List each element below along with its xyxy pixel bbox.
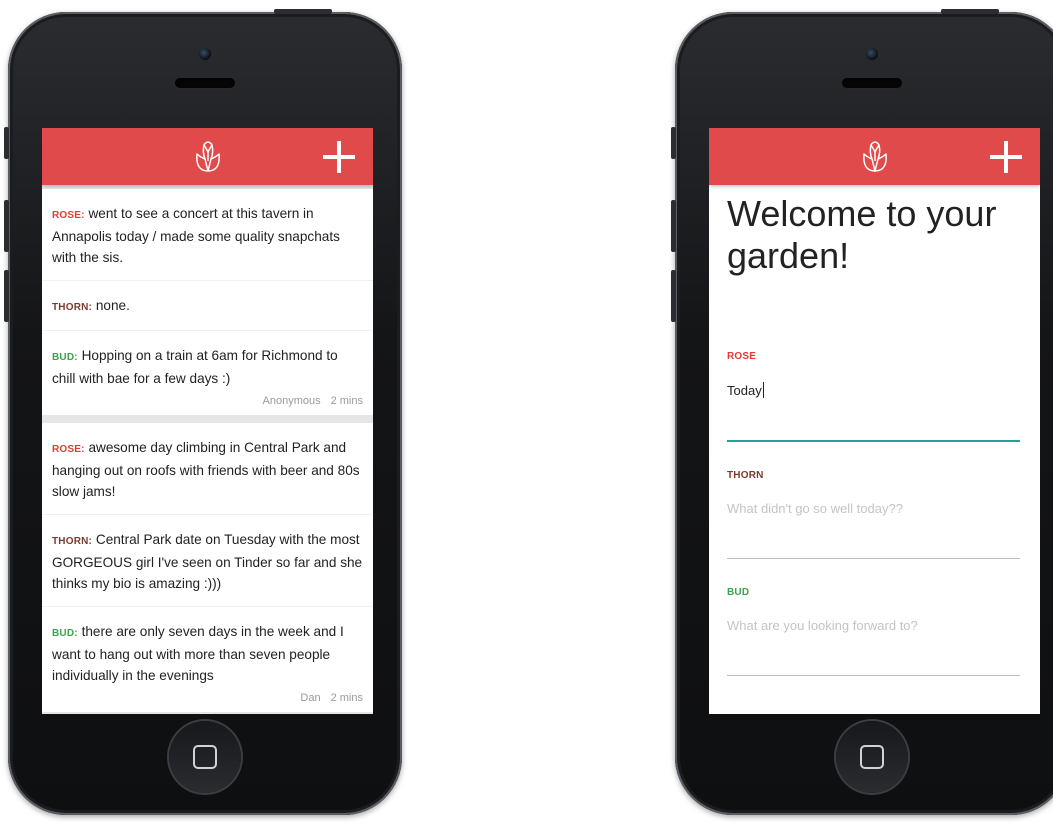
entry-form: Welcome to your garden! ROSE Today THORN… — [709, 193, 1040, 676]
post-card[interactable]: ROSE: went to see a concert at this tave… — [42, 189, 373, 415]
power-button — [274, 9, 332, 14]
post-author: Anonymous — [262, 395, 321, 407]
power-button — [941, 9, 999, 14]
thorn-field-label: THORN — [727, 470, 764, 481]
bud-field-label: BUD — [727, 587, 750, 598]
rose-entry: ROSE: went to see a concert at this tave… — [42, 189, 373, 281]
thorn-tag: THORN: — [52, 302, 93, 313]
welcome-heading: Welcome to your garden! — [727, 193, 997, 276]
volume-down-button — [671, 270, 676, 322]
post-meta: Anonymous 2 mins — [42, 391, 373, 415]
front-camera — [199, 48, 211, 60]
rose-input-value: Today — [727, 383, 762, 398]
bud-entry: BUD: there are only seven days in the we… — [42, 607, 373, 688]
rose-tag: ROSE: — [52, 444, 85, 455]
home-square-icon — [860, 745, 884, 769]
front-camera — [866, 48, 878, 60]
mute-switch — [4, 127, 9, 159]
rose-field-label: ROSE — [727, 351, 757, 362]
add-entry-button[interactable] — [990, 141, 1022, 173]
earpiece-speaker — [175, 78, 235, 88]
rose-text: awesome day climbing in Central Park and… — [52, 440, 360, 499]
thorn-entry: THORN: none. — [42, 281, 373, 331]
rose-tag: ROSE: — [52, 210, 85, 221]
volume-down-button — [4, 270, 9, 322]
bud-tag: BUD: — [52, 352, 78, 363]
thorn-entry: THORN: Central Park date on Tuesday with… — [42, 515, 373, 607]
rose-input[interactable]: Today — [727, 362, 1020, 442]
bud-tag: BUD: — [52, 628, 78, 639]
post-author: Dan — [300, 692, 321, 704]
app-bar — [42, 128, 373, 185]
home-button[interactable] — [169, 721, 241, 793]
bud-input[interactable] — [727, 598, 1020, 676]
thorn-text: Central Park date on Tuesday with the mo… — [52, 532, 363, 591]
thorn-input[interactable] — [727, 481, 1020, 559]
rose-text: went to see a concert at this tavern in … — [52, 206, 340, 265]
rose-logo-icon — [862, 141, 887, 172]
mute-switch — [671, 127, 676, 159]
rose-logo-icon — [195, 141, 220, 172]
bud-text: Hopping on a train at 6am for Richmond t… — [52, 348, 338, 386]
entry-form-screen: Welcome to your garden! ROSE Today THORN… — [709, 128, 1040, 714]
bud-text: there are only seven days in the week an… — [52, 624, 344, 683]
feed-list: ROSE: went to see a concert at this tave… — [42, 185, 373, 714]
post-time: 2 mins — [330, 395, 363, 407]
text-cursor — [762, 382, 764, 398]
thorn-text: none. — [92, 298, 130, 313]
post-card[interactable]: ROSE: awesome day climbing in Central Pa… — [42, 423, 373, 712]
volume-up-button — [671, 200, 676, 252]
app-bar — [709, 128, 1040, 185]
earpiece-speaker — [842, 78, 902, 88]
rose-entry: ROSE: awesome day climbing in Central Pa… — [42, 423, 373, 515]
home-square-icon — [193, 745, 217, 769]
bud-entry: BUD: Hopping on a train at 6am for Richm… — [42, 331, 373, 391]
post-time: 2 mins — [330, 692, 363, 704]
phone-left: ROSE: went to see a concert at this tave… — [4, 9, 402, 815]
feed-screen: ROSE: went to see a concert at this tave… — [42, 128, 373, 714]
post-meta: Dan 2 mins — [42, 688, 373, 712]
phone-right: Welcome to your garden! ROSE Today THORN… — [671, 9, 1053, 815]
volume-up-button — [4, 200, 9, 252]
add-entry-button[interactable] — [323, 141, 355, 173]
thorn-tag: THORN: — [52, 536, 93, 547]
home-button[interactable] — [836, 721, 908, 793]
